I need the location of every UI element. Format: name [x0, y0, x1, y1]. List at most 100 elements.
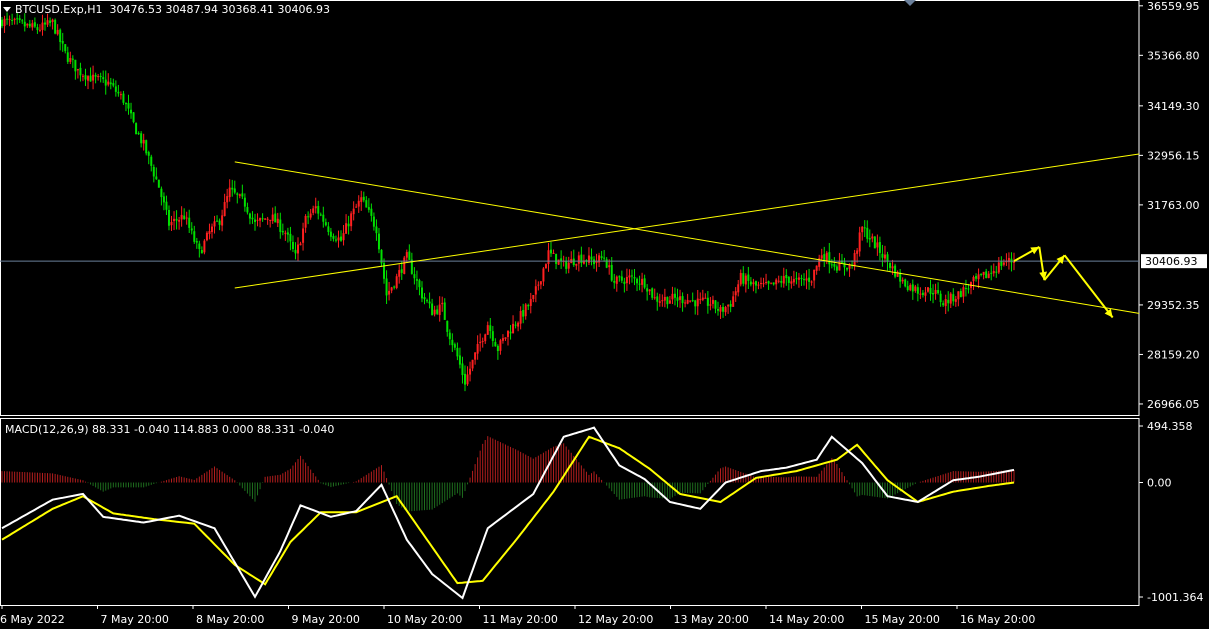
candle: [987, 271, 990, 279]
candle-body: [87, 76, 90, 81]
candle: [714, 300, 717, 314]
candle: [689, 300, 692, 303]
candle-body: [929, 287, 932, 294]
candle-body: [878, 242, 881, 253]
candle: [846, 267, 849, 272]
candle: [383, 258, 386, 284]
candle-body: [894, 265, 897, 277]
candle: [486, 321, 489, 335]
macd-tick-label: 0.00: [1147, 477, 1172, 490]
candle: [587, 247, 590, 266]
candle: [871, 233, 874, 243]
candle-body: [355, 206, 358, 208]
candle: [491, 325, 494, 347]
candle-body: [261, 218, 264, 220]
candle: [451, 333, 454, 352]
candle: [69, 51, 72, 65]
candle-body: [59, 29, 62, 42]
candle-body: [99, 75, 102, 77]
candle: [352, 201, 355, 221]
candle: [797, 272, 800, 288]
candle: [623, 277, 626, 293]
candle: [625, 268, 628, 291]
candle-body: [49, 20, 52, 23]
candle: [398, 264, 401, 284]
candle: [342, 225, 345, 246]
candle-body: [934, 289, 937, 294]
candle-body: [216, 220, 219, 222]
candle: [929, 279, 932, 301]
candle: [241, 184, 244, 200]
shift-marker-icon[interactable]: [904, 0, 916, 6]
macd-tick-label: 494.358: [1147, 420, 1193, 433]
candle-body: [137, 133, 140, 135]
candle-body: [524, 304, 527, 317]
candle: [679, 289, 682, 308]
candle: [648, 289, 651, 296]
candle-body: [11, 19, 14, 21]
candle: [297, 237, 300, 262]
trading-chart[interactable]: 36559.95 35366.80 34149.30 32956.15 31763.00…: [0, 0, 1209, 629]
candle-body: [119, 94, 122, 96]
candle-body: [438, 304, 441, 316]
candle-body: [314, 206, 317, 209]
candle: [428, 292, 431, 309]
candle-body: [122, 93, 125, 103]
candle: [474, 352, 477, 365]
candle: [426, 298, 429, 303]
candle-body: [767, 281, 770, 284]
candle: [532, 294, 535, 303]
candle: [307, 211, 310, 225]
candle: [112, 78, 115, 88]
candle-body: [501, 338, 504, 341]
candle-body: [469, 368, 472, 375]
trendline[interactable]: [234, 153, 1140, 289]
candle-body: [259, 218, 262, 221]
candle: [94, 72, 97, 84]
candle-body: [223, 202, 226, 217]
candle: [130, 102, 133, 119]
candle-body: [61, 40, 64, 44]
candle-body: [618, 276, 621, 278]
candle: [575, 263, 578, 270]
candle-body: [130, 109, 133, 114]
candle-body: [372, 216, 375, 227]
candle: [345, 214, 348, 235]
candle: [878, 236, 881, 261]
macd-label: MACD(12,26,9) 88.331 -0.040 114.883 0.00…: [5, 423, 335, 436]
candle-body: [625, 276, 628, 284]
candle-body: [453, 344, 456, 348]
candle: [982, 271, 985, 280]
time-tick-label: 10 May 20:00: [387, 613, 462, 626]
candle-body: [648, 289, 651, 292]
candle: [990, 265, 993, 281]
candle: [813, 269, 816, 289]
candle: [185, 211, 188, 225]
chart-canvas[interactable]: 36559.95 35366.80 34149.30 32956.15 31763.00…: [0, 0, 1209, 629]
candle-body: [1000, 261, 1003, 266]
candle: [259, 217, 262, 228]
trendline[interactable]: [234, 161, 1140, 314]
candle-body: [537, 284, 540, 286]
candle: [365, 196, 368, 208]
candle: [33, 17, 36, 29]
candle-body: [21, 20, 24, 22]
candle-body: [982, 271, 985, 275]
candle: [274, 206, 277, 223]
candle-body: [76, 69, 79, 71]
candle: [636, 277, 639, 292]
candle: [248, 212, 251, 225]
candle: [443, 298, 446, 320]
collapse-icon[interactable]: [3, 7, 11, 12]
candle-body: [550, 249, 553, 254]
candle: [213, 215, 216, 234]
candle: [494, 338, 497, 347]
candle: [866, 220, 869, 243]
trendlines-layer[interactable]: [234, 153, 1140, 314]
candle: [140, 131, 143, 148]
candle: [372, 212, 375, 231]
candle: [162, 192, 165, 211]
candle: [393, 285, 396, 290]
candle: [64, 44, 67, 54]
candle-body: [347, 223, 350, 227]
